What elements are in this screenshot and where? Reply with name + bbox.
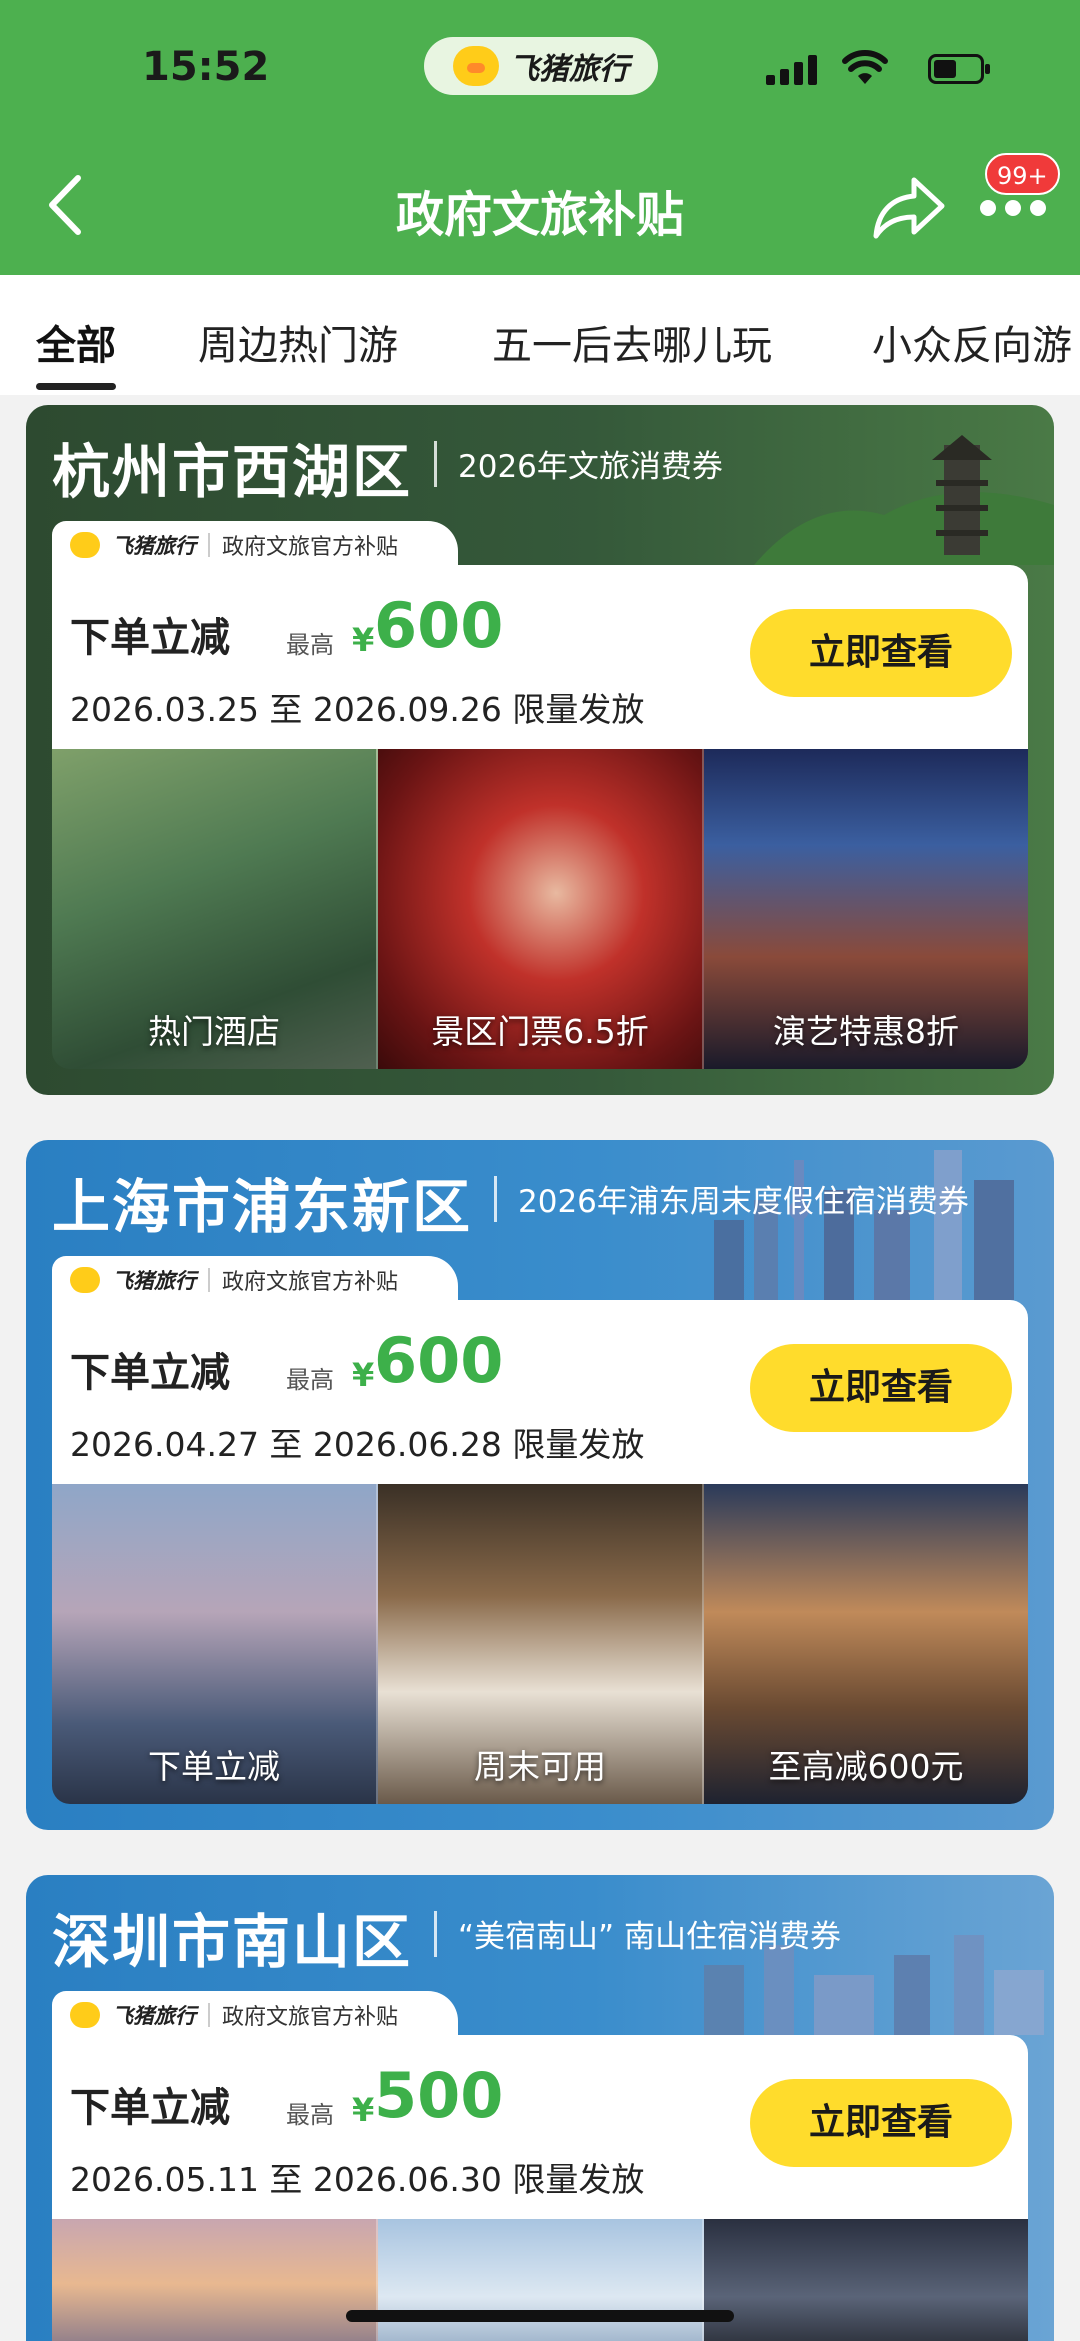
notification-badge: 99+: [985, 153, 1060, 195]
divider: [434, 1911, 437, 1957]
discount-amount: 500: [374, 2059, 504, 2132]
photo-caption: 景区门票6.5折: [431, 1012, 649, 1051]
photo-caption: 周末可用: [474, 1747, 606, 1786]
photo-caption: 至高减600元: [768, 1747, 964, 1786]
card-header: 上海市浦东新区 2026年浦东周末度假住宿消费券 飞猪旅行 政府文旅官方补贴: [26, 1140, 1054, 1304]
view-now-button[interactable]: 立即查看: [750, 2079, 1012, 2167]
voucher-title: “美宿南山” 南山住宿消费券: [458, 1919, 841, 1955]
tag-brand: 飞猪旅行: [112, 534, 196, 558]
max-label: 最高: [286, 1366, 334, 1394]
validity-dates: 2026.03.25 至 2026.09.26 限量发放: [70, 690, 645, 729]
city-name: 杭州市西湖区: [52, 438, 413, 506]
home-indicator: [346, 2310, 734, 2322]
official-subsidy-tag: 飞猪旅行 政府文旅官方补贴: [52, 1991, 459, 2039]
view-now-button[interactable]: 立即查看: [750, 609, 1012, 697]
room-photo[interactable]: [704, 2219, 1028, 2341]
sunset-photo[interactable]: [52, 2219, 378, 2341]
app-pill[interactable]: 飞猪旅行: [424, 37, 658, 95]
deal-label: 下单立减: [70, 1350, 230, 1396]
max-label: 最高: [286, 2101, 334, 2129]
status-time: 15:52: [142, 44, 270, 90]
subsidy-card[interactable]: 深圳市南山区 “美宿南山” 南山住宿消费券 飞猪旅行 政府文旅官方补贴 下单立减…: [26, 1875, 1054, 2341]
currency-symbol: ¥: [352, 621, 375, 659]
tag-text: 政府文旅官方补贴: [222, 1270, 399, 1295]
city-name: 深圳市南山区: [52, 1908, 413, 1976]
wifi-icon: [842, 50, 888, 84]
validity-dates: 2026.05.11 至 2026.06.30 限量发放: [70, 2160, 645, 2199]
currency-symbol: ¥: [352, 2091, 375, 2129]
hotel-room-photo[interactable]: 周末可用: [378, 1484, 704, 1804]
fliggy-logo-icon: [453, 46, 499, 86]
card-header: 杭州市西湖区 2026年文旅消费券 飞猪旅行 政府文旅官方补贴: [26, 405, 1054, 569]
tag-text: 政府文旅官方补贴: [222, 2005, 399, 2030]
subsidy-card[interactable]: 上海市浦东新区 2026年浦东周末度假住宿消费券 飞猪旅行 政府文旅官方补贴 下…: [26, 1140, 1054, 1830]
tab-niche[interactable]: 小众反向游: [872, 313, 1072, 371]
official-subsidy-tag: 飞猪旅行 政府文旅官方补贴: [52, 1256, 459, 1304]
show-photo[interactable]: 演艺特惠8折: [704, 749, 1028, 1069]
discount-amount: 600: [374, 1324, 504, 1397]
divider: [494, 1176, 497, 1222]
photo-caption: 热门酒店: [148, 1012, 280, 1051]
tab-all[interactable]: 全部: [36, 313, 116, 371]
hotel-photo[interactable]: 热门酒店: [52, 749, 378, 1069]
validity-dates: 2026.04.27 至 2026.06.28 限量发放: [70, 1425, 645, 1464]
fliggy-logo-icon: [70, 1267, 100, 1293]
voucher-title: 2026年浦东周末度假住宿消费券: [518, 1184, 969, 1220]
app-pill-label: 飞猪旅行: [509, 52, 629, 87]
photo-caption: 下单立减: [148, 1747, 280, 1786]
battery-icon: [928, 54, 990, 84]
max-label: 最高: [286, 631, 334, 659]
city-name: 上海市浦东新区: [52, 1173, 473, 1241]
tab-active-indicator: [36, 383, 116, 390]
fliggy-logo-icon: [70, 2002, 100, 2028]
bund-photo[interactable]: 至高减600元: [704, 1484, 1028, 1804]
tower-photo[interactable]: [378, 2219, 704, 2341]
category-tabs: 全部 周边热门游 五一后去哪儿玩 小众反向游: [0, 275, 1080, 395]
share-button[interactable]: [872, 172, 946, 242]
tab-after-may-day[interactable]: 五一后去哪儿玩: [492, 313, 772, 371]
photo-strip: [52, 2219, 1028, 2341]
fliggy-logo-icon: [70, 532, 100, 558]
card-header: 深圳市南山区 “美宿南山” 南山住宿消费券 飞猪旅行 政府文旅官方补贴: [26, 1875, 1054, 2039]
subsidy-card[interactable]: 杭州市西湖区 2026年文旅消费券 飞猪旅行 政府文旅官方补贴 下单立减 最高 …: [26, 405, 1054, 1095]
deal-label: 下单立减: [70, 2085, 230, 2131]
currency-symbol: ¥: [352, 1356, 375, 1394]
skyline-photo[interactable]: 下单立减: [52, 1484, 378, 1804]
photo-caption: 演艺特惠8折: [773, 1012, 959, 1051]
view-now-button[interactable]: 立即查看: [750, 1344, 1012, 1432]
photo-strip: 热门酒店 景区门票6.5折 演艺特惠8折: [52, 749, 1028, 1069]
tab-nearby[interactable]: 周边热门游: [198, 313, 398, 371]
discount-amount: 600: [374, 589, 504, 662]
tag-brand: 飞猪旅行: [112, 1269, 196, 1293]
scenic-ticket-photo[interactable]: 景区门票6.5折: [378, 749, 704, 1069]
card-offer: 下单立减 最高 ¥ 500 2026.05.11 至 2026.06.30 限量…: [52, 2035, 1028, 2219]
deal-label: 下单立减: [70, 615, 230, 661]
tag-brand: 飞猪旅行: [112, 2004, 196, 2028]
divider: [434, 441, 437, 487]
photo-strip: 下单立减 周末可用 至高减600元: [52, 1484, 1028, 1804]
app-header: 15:52 飞猪旅行 政府文旅补贴 99+: [0, 0, 1080, 275]
voucher-title: 2026年文旅消费券: [458, 449, 723, 485]
cellular-signal-icon: [766, 55, 817, 85]
tag-text: 政府文旅官方补贴: [222, 535, 399, 560]
pagoda-icon: [754, 435, 1054, 565]
card-offer: 下单立减 最高 ¥ 600 2026.04.27 至 2026.06.28 限量…: [52, 1300, 1028, 1484]
official-subsidy-tag: 飞猪旅行 政府文旅官方补贴: [52, 521, 459, 569]
card-offer: 下单立减 最高 ¥ 600 2026.03.25 至 2026.09.26 限量…: [52, 565, 1028, 749]
